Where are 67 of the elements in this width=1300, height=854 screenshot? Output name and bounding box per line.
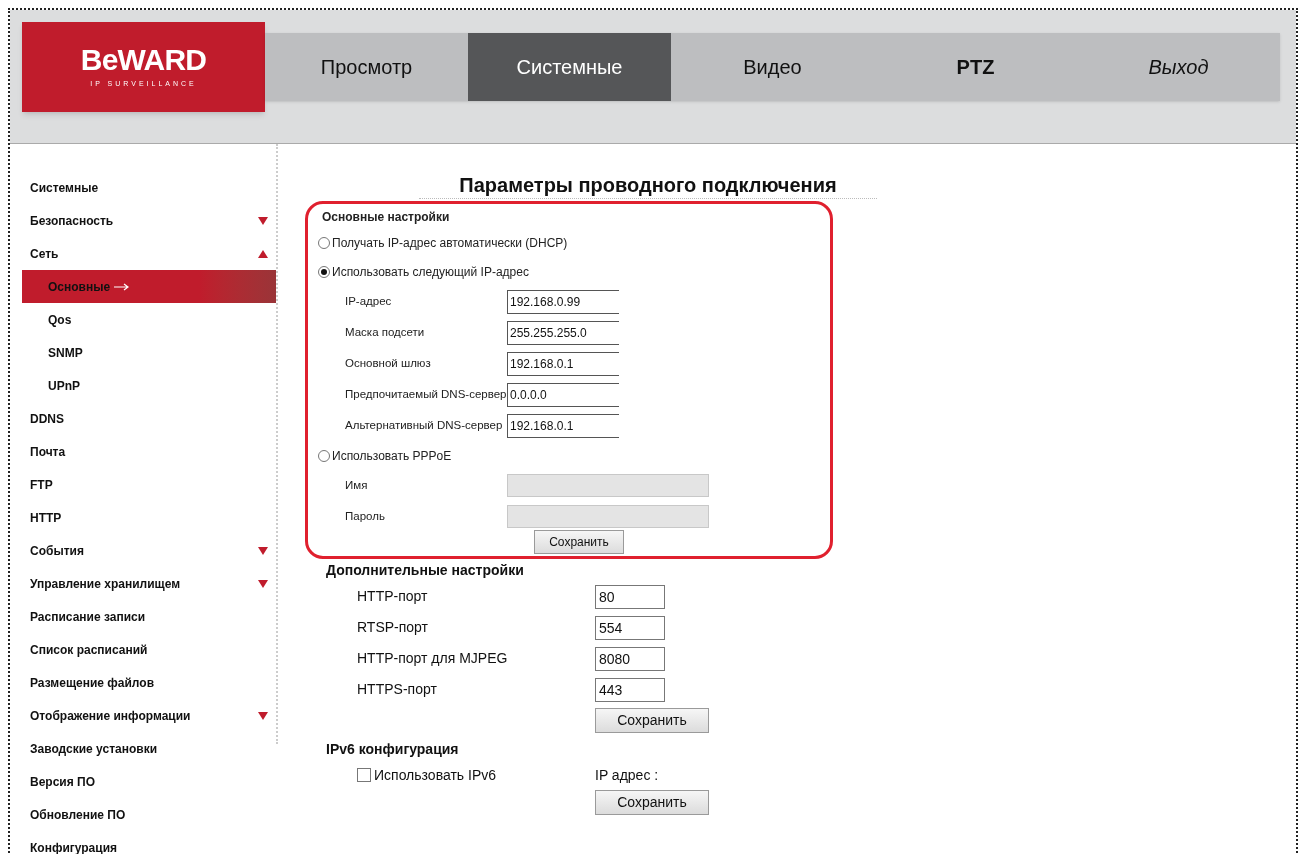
sidebar-item[interactable]: FTP bbox=[22, 468, 276, 501]
input-field[interactable]: 8080 bbox=[595, 646, 665, 671]
sidebar-item[interactable]: Обновление ПО bbox=[22, 798, 276, 831]
sidebar-item[interactable]: Расписание записи bbox=[22, 600, 276, 633]
sidebar-item[interactable]: Почта bbox=[22, 435, 276, 468]
radio-label: Использовать PPPoE bbox=[332, 447, 452, 465]
field-label: Предпочитаемый DNS-сервер bbox=[344, 386, 507, 402]
triangle-down-icon bbox=[258, 711, 268, 720]
input-field[interactable]: 192.168.0.99 bbox=[507, 289, 619, 314]
triangle-down-icon bbox=[258, 216, 268, 225]
checkbox[interactable] bbox=[357, 768, 371, 782]
page-title: Параметры проводного подключения bbox=[419, 172, 877, 199]
nav-tab[interactable]: Просмотр bbox=[265, 33, 468, 101]
sidebar-item[interactable]: SNMP bbox=[22, 336, 276, 369]
triangle-down-icon bbox=[258, 579, 268, 588]
nav-tab[interactable]: PTZ bbox=[874, 33, 1077, 101]
radio-label: Использовать следующий IP-адрес bbox=[332, 263, 529, 281]
input-field[interactable]: 80 bbox=[595, 584, 665, 609]
sidebar-item[interactable]: Версия ПО bbox=[22, 765, 276, 798]
input-field[interactable]: 443 bbox=[595, 677, 665, 702]
field-label: Пароль bbox=[344, 508, 386, 524]
input-field[interactable]: 192.168.0.1 bbox=[507, 351, 619, 376]
save-button[interactable]: Сохранить bbox=[595, 708, 709, 733]
nav-tab[interactable]: Выход bbox=[1077, 33, 1280, 101]
sidebar-item[interactable]: HTTP bbox=[22, 501, 276, 534]
field-label: IP-адрес bbox=[344, 293, 393, 309]
sidebar-item[interactable]: Управление хранилищем bbox=[22, 567, 276, 600]
field-label: IP адрес : bbox=[595, 765, 659, 785]
radio-button[interactable] bbox=[318, 236, 330, 249]
sidebar-item[interactable]: Qos bbox=[22, 303, 276, 336]
arrow-right-icon bbox=[114, 282, 131, 291]
field-label: RTSP-порт bbox=[356, 618, 429, 637]
field-label: Основной шлюз bbox=[344, 355, 432, 371]
sidebar-item[interactable]: DDNS bbox=[22, 402, 276, 435]
field-label: HTTP-порт bbox=[356, 587, 429, 606]
radio-label: Получать IP-адрес автоматически (DHCP) bbox=[332, 234, 568, 252]
field-label: Альтернативный DNS-сервер bbox=[344, 417, 504, 433]
field-label: Маска подсети bbox=[344, 324, 426, 340]
sidebar-item[interactable]: Отображение информации bbox=[22, 699, 276, 732]
input-field[interactable]: 192.168.0.1 bbox=[507, 413, 619, 438]
nav-tab[interactable]: Видео bbox=[671, 33, 874, 101]
nav-tab[interactable]: Системные bbox=[468, 33, 671, 101]
save-button[interactable]: Сохранить bbox=[595, 790, 709, 815]
triangle-down-icon bbox=[258, 546, 268, 555]
field-label: HTTPS-порт bbox=[356, 680, 438, 699]
input-field[interactable]: 255.255.255.0 bbox=[507, 320, 619, 345]
section-title: Основные настройки bbox=[321, 209, 451, 226]
sidebar-item[interactable]: Сеть bbox=[22, 237, 276, 270]
field-label: Имя bbox=[344, 477, 369, 493]
sidebar-item[interactable]: Безопасность bbox=[22, 204, 276, 237]
radio-button[interactable] bbox=[318, 265, 330, 278]
sidebar-item[interactable]: Системные bbox=[22, 171, 276, 204]
sidebar-item[interactable]: Заводские установки bbox=[22, 732, 276, 765]
triangle-up-icon bbox=[258, 249, 268, 258]
input-field[interactable]: 0.0.0.0 bbox=[507, 382, 619, 407]
sidebar-item[interactable]: События bbox=[22, 534, 276, 567]
section-title: IPv6 конфигурация bbox=[326, 739, 460, 759]
radio-button[interactable] bbox=[318, 449, 330, 462]
sidebar-item[interactable]: UPnP bbox=[22, 369, 276, 402]
save-button[interactable]: Сохранить bbox=[534, 530, 624, 554]
input-field[interactable]: 554 bbox=[595, 615, 665, 640]
sidebar-item[interactable]: Размещение файлов bbox=[22, 666, 276, 699]
section-title: Дополнительные настройки bbox=[326, 560, 525, 580]
checkbox-label: Использовать IPv6 bbox=[374, 765, 496, 785]
sidebar-item[interactable]: Конфигурация bbox=[22, 831, 276, 854]
sidebar-item[interactable]: Список расписаний bbox=[22, 633, 276, 666]
field-label: HTTP-порт для MJPEG bbox=[356, 649, 509, 668]
